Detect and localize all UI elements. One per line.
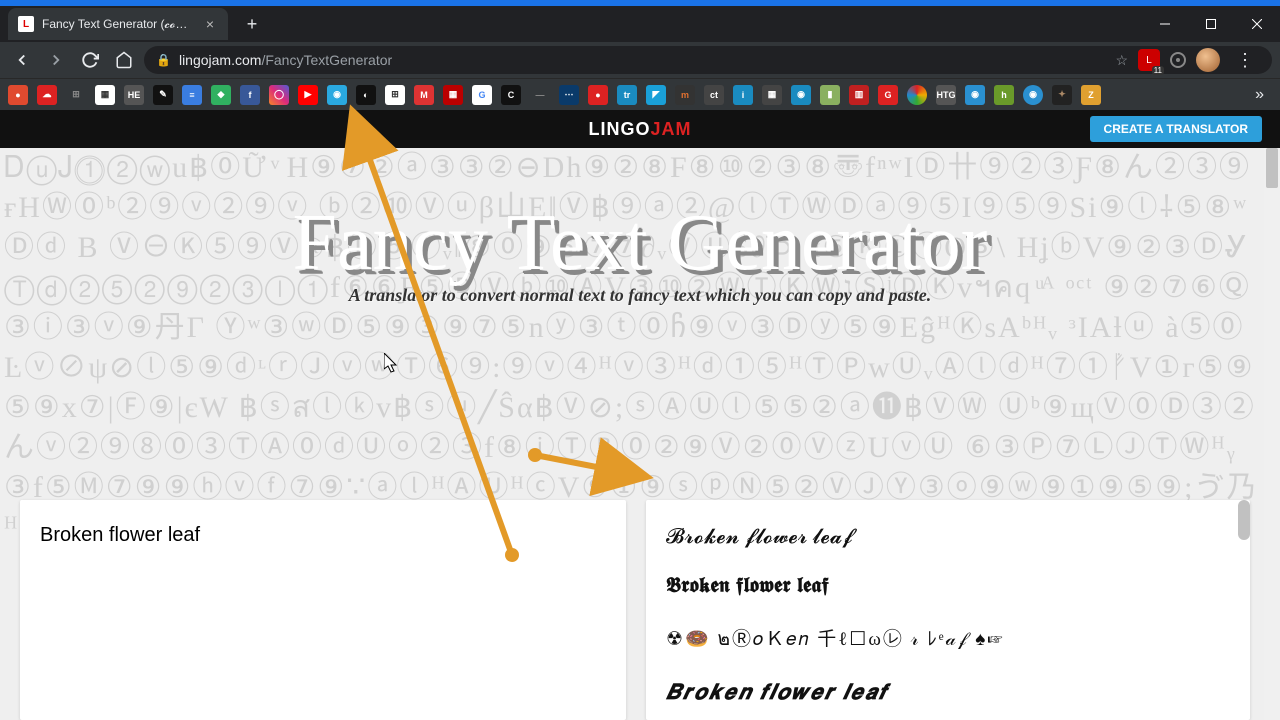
tab-strip: L Fancy Text Generator (𝓬𝓸𝓹𝔂 𝓪𝓷 × + [0,6,1280,42]
bookmark-icon[interactable]: — [530,85,550,105]
output-variant[interactable]: ☢🍩 ๒Ⓡ𝑜Ｋ𝑒𝑛 千ℓ☐ω㋹ 𝓇 ﾚᵉ𝒶𝒻 ♠☞ [666,624,1232,654]
bookmarks-bar: ● ☁ ⊞ ▦ HE ✎ ≡ ◆ f ◯ ▶ ◉ ◐ ⊞ M ▦ G C — ⋯… [0,78,1280,110]
page-scrollbar-thumb[interactable] [1266,148,1278,188]
bookmark-icon[interactable]: ✎ [153,85,173,105]
lock-icon: 🔒 [156,53,171,67]
page-viewport: LINGOJAM CREATE A TRANSLATOR ᎠⓤᎫ⓵②ⓦu฿⓪Ữ … [0,110,1280,720]
text-input[interactable] [40,524,606,570]
browser-tab[interactable]: L Fancy Text Generator (𝓬𝓸𝓹𝔂 𝓪𝓷 × [8,8,228,40]
bookmark-gmail-icon[interactable]: M [414,85,434,105]
browser-menu-button[interactable]: ⋮ [1230,50,1260,71]
bookmark-facebook-icon[interactable]: f [240,85,260,105]
bookmark-icon[interactable]: ⋯ [559,85,579,105]
bookmarks-overflow-button[interactable]: » [1247,86,1272,104]
bookmark-icon[interactable]: ◆ [211,85,231,105]
bookmark-icon[interactable]: ● [8,85,28,105]
bookmark-icon[interactable]: ▥ [849,85,869,105]
bookmark-instagram-icon[interactable]: ◯ [269,85,289,105]
bookmark-icon[interactable]: m [675,85,695,105]
back-button[interactable] [8,46,36,74]
forward-button[interactable] [42,46,70,74]
bookmark-icon[interactable]: ▦ [443,85,463,105]
bookmark-icon[interactable]: ≡ [182,85,202,105]
tab-favicon: L [18,16,34,32]
create-translator-button[interactable]: CREATE A TRANSLATOR [1090,116,1262,142]
bookmark-icon[interactable]: ✦ [1052,85,1072,105]
output-panel: 𝓑𝓻𝓸𝓴𝓮𝓷 𝓯𝓵𝓸𝔀𝓮𝓻 𝓵𝓮𝓪𝓯 𝕭𝖗𝖔𝖐𝖊𝖓 𝖋𝖑𝖔𝖜𝖊𝖗 𝖑𝖊𝖆𝖋 ☢🍩… [646,500,1250,720]
bookmark-icon[interactable]: C [501,85,521,105]
bookmark-icon[interactable]: ☁ [37,85,57,105]
bookmark-icon[interactable]: ◉ [327,85,347,105]
bookmark-star-icon[interactable]: ☆ [1115,52,1128,69]
reload-button[interactable] [76,46,104,74]
bookmark-icon[interactable]: tr [617,85,637,105]
home-button[interactable] [110,46,138,74]
page-title: Fancy Text Generator [0,198,1280,289]
input-panel [20,500,626,720]
bookmark-icon[interactable]: ⊞ [66,85,86,105]
url-host: lingojam.com [179,52,261,68]
bookmark-icon[interactable]: ◉ [965,85,985,105]
bookmark-icon[interactable]: ▮ [820,85,840,105]
hero: Fancy Text Generator A translator to con… [0,148,1280,306]
bookmark-icon[interactable]: ● [588,85,608,105]
maximize-button[interactable] [1188,6,1234,42]
extension-lastpass-icon[interactable]: L11 [1138,49,1160,71]
bookmark-icon[interactable]: ▦ [95,85,115,105]
profile-avatar[interactable] [1196,48,1220,72]
bookmark-icon[interactable]: ct [704,85,724,105]
bookmark-icon[interactable]: ◤ [646,85,666,105]
bookmark-icon[interactable]: ▦ [762,85,782,105]
bookmark-icon[interactable]: ◐ [356,85,376,105]
close-icon[interactable]: × [202,16,218,32]
output-variant[interactable]: 𝕭𝖗𝖔𝖐𝖊𝖓 𝖋𝖑𝖔𝖜𝖊𝖗 𝖑𝖊𝖆𝖋 [666,575,1232,598]
bookmark-icon[interactable]: h [994,85,1014,105]
bookmark-icon[interactable]: ◉ [1023,85,1043,105]
bookmark-icon[interactable]: ◉ [791,85,811,105]
panel-scrollbar-thumb[interactable] [1238,500,1250,540]
new-tab-button[interactable]: + [238,10,266,38]
url-path: /FancyTextGenerator [261,52,392,68]
output-variant[interactable]: 𝑩𝒓𝒐𝒌𝒆𝒏 𝒇𝒍𝒐𝒘𝒆𝒓 𝒍𝒆𝒂𝒇 [666,680,1232,705]
bookmark-icon[interactable]: HE [124,85,144,105]
url-input[interactable]: 🔒 lingojam.com/FancyTextGenerator ☆ L11 … [144,46,1272,74]
address-bar: 🔒 lingojam.com/FancyTextGenerator ☆ L11 … [0,42,1280,78]
page-subtitle: A translator to convert normal text to f… [0,285,1280,306]
minimize-button[interactable] [1142,6,1188,42]
bookmark-icon[interactable]: G [878,85,898,105]
extension-icon[interactable] [1170,52,1186,68]
bookmark-icon[interactable]: ⊞ [385,85,405,105]
tab-title: Fancy Text Generator (𝓬𝓸𝓹𝔂 𝓪𝓷 [42,17,194,32]
bookmark-icon[interactable] [907,85,927,105]
output-variant[interactable]: 𝓑𝓻𝓸𝓴𝓮𝓷 𝓯𝓵𝓸𝔀𝓮𝓻 𝓵𝓮𝓪𝓯 [666,524,1232,549]
site-header: LINGOJAM CREATE A TRANSLATOR [0,110,1280,148]
bookmark-icon[interactable]: i [733,85,753,105]
bookmark-google-icon[interactable]: G [472,85,492,105]
bookmark-youtube-icon[interactable]: ▶ [298,85,318,105]
page-scrollbar[interactable] [1264,148,1280,720]
window-close-button[interactable] [1234,6,1280,42]
bookmark-icon[interactable]: Z [1081,85,1101,105]
bookmark-icon[interactable]: HTG [936,85,956,105]
site-logo[interactable]: LINGOJAM [588,119,691,140]
